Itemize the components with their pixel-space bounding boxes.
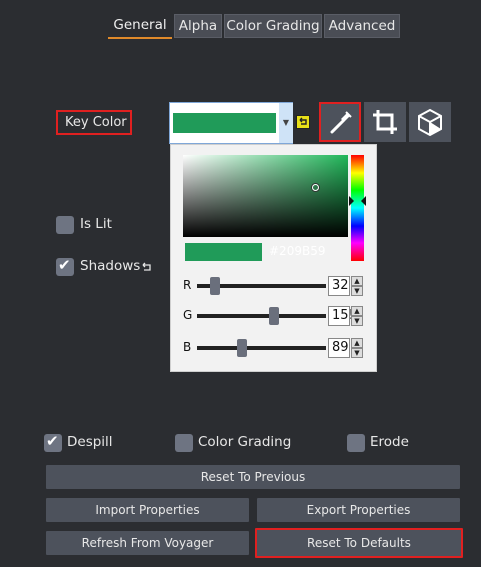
- g-slider-track[interactable]: [197, 314, 326, 318]
- reset-arrow-icon: [142, 262, 151, 271]
- color-picker-cursor[interactable]: [312, 184, 319, 191]
- r-increment-button[interactable]: ▲: [351, 276, 363, 286]
- r-value-text: 32: [332, 278, 349, 293]
- key-color-dropdown[interactable]: ▼: [169, 102, 293, 144]
- r-decrement-button[interactable]: ▼: [351, 286, 363, 296]
- g-label: G: [183, 308, 193, 322]
- despill-label: Despill: [67, 434, 113, 450]
- refresh-from-voyager-label: Refresh From Voyager: [81, 536, 214, 550]
- shadows-label: Shadows: [80, 258, 141, 274]
- g-value-input[interactable]: 15!: [328, 306, 354, 326]
- saturation-value-square[interactable]: [183, 155, 348, 237]
- reset-to-defaults-label: Reset To Defaults: [307, 536, 411, 550]
- crop-icon: [373, 110, 397, 134]
- key-color-swatch: [173, 113, 276, 133]
- erode-checkbox[interactable]: [347, 434, 365, 452]
- b-label: B: [183, 340, 192, 354]
- tab-alpha-label: Alpha: [178, 18, 218, 34]
- refresh-from-voyager-button[interactable]: Refresh From Voyager: [46, 531, 249, 555]
- color-grading-checkbox[interactable]: [175, 434, 193, 452]
- b-slider-thumb[interactable]: [237, 339, 247, 357]
- tab-alpha[interactable]: Alpha: [174, 14, 222, 38]
- color-picker-popup: #209B59 R 32 ▲ ▼ G 15! ▲ ▼ B 89 ▲ ▼: [170, 144, 377, 372]
- key-color-label: Key Color: [65, 115, 127, 130]
- r-label: R: [183, 278, 192, 292]
- hue-slider[interactable]: [351, 155, 364, 261]
- reset-to-previous-label: Reset To Previous: [200, 470, 306, 484]
- eyedropper-icon: [330, 111, 352, 134]
- tab-advanced[interactable]: Advanced: [324, 14, 400, 38]
- g-increment-button[interactable]: ▲: [351, 306, 363, 316]
- import-properties-label: Import Properties: [95, 503, 200, 517]
- is-lit-checkbox[interactable]: [56, 216, 74, 234]
- export-properties-button[interactable]: Export Properties: [257, 498, 460, 522]
- key-color-label-box: Key Color: [56, 110, 132, 135]
- reset-to-defaults-button[interactable]: Reset To Defaults: [255, 528, 463, 558]
- color-preview-swatch: [185, 243, 262, 261]
- shadows-checkbox[interactable]: [56, 256, 74, 276]
- export-properties-label: Export Properties: [306, 503, 411, 517]
- reset-shadows-button[interactable]: [139, 260, 153, 274]
- reset-to-previous-button[interactable]: Reset To Previous: [46, 465, 460, 489]
- hex-value[interactable]: #209B59: [269, 244, 325, 258]
- despill-checkbox[interactable]: [44, 432, 62, 452]
- dropdown-arrow-button[interactable]: ▼: [279, 103, 293, 143]
- tab-advanced-label: Advanced: [328, 18, 396, 34]
- cube-button[interactable]: [409, 102, 451, 142]
- cube-icon: [418, 108, 442, 137]
- hue-marker-icon: [349, 196, 366, 206]
- tab-general-label: General: [113, 17, 167, 33]
- eyedropper-button[interactable]: [319, 102, 361, 142]
- g-slider-thumb[interactable]: [269, 307, 279, 325]
- g-decrement-button[interactable]: ▼: [351, 316, 363, 326]
- hue-slider-marker[interactable]: [349, 195, 366, 206]
- color-grading-label: Color Grading: [198, 434, 292, 450]
- tab-general[interactable]: General: [108, 14, 172, 39]
- b-value-input[interactable]: 89: [328, 338, 350, 358]
- tab-color-grading-label: Color Grading: [226, 18, 320, 34]
- import-properties-button[interactable]: Import Properties: [46, 498, 249, 522]
- b-value-text: 89: [332, 340, 349, 355]
- tab-color-grading[interactable]: Color Grading: [224, 14, 322, 38]
- b-slider-track[interactable]: [197, 346, 326, 350]
- is-lit-label: Is Lit: [80, 216, 112, 232]
- crop-button[interactable]: [364, 102, 406, 142]
- erode-label: Erode: [370, 434, 409, 450]
- reset-key-color-button[interactable]: [296, 115, 310, 129]
- reset-arrow-icon: [299, 117, 307, 125]
- b-decrement-button[interactable]: ▼: [351, 348, 363, 358]
- b-increment-button[interactable]: ▲: [351, 338, 363, 348]
- r-value-input[interactable]: 32: [328, 276, 350, 296]
- chevron-down-icon: ▼: [282, 118, 290, 127]
- r-slider-thumb[interactable]: [210, 277, 220, 295]
